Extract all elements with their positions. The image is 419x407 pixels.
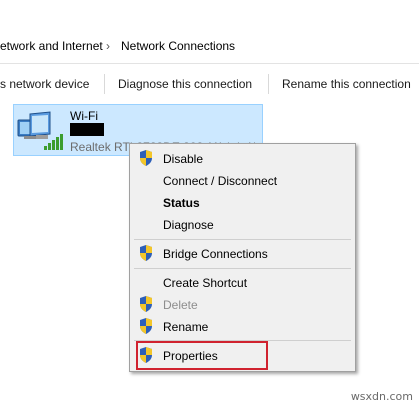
menu-separator: [134, 239, 351, 240]
menu-item-create-shortcut[interactable]: Create Shortcut: [163, 275, 247, 291]
adapter-name: Wi-Fi: [70, 109, 98, 123]
breadcrumb: etwork and Internet › Network Connection…: [0, 0, 419, 62]
uac-shield-icon: [140, 245, 152, 261]
watermark: wsxdn.com: [350, 390, 413, 403]
breadcrumb-item-network-connections[interactable]: Network Connections: [121, 38, 235, 54]
menu-item-connect-disconnect[interactable]: Connect / Disconnect: [163, 173, 277, 189]
diagnose-connection-button[interactable]: Diagnose this connection: [118, 76, 252, 92]
menu-separator: [134, 268, 351, 269]
network-adapter-icon: [17, 111, 63, 150]
uac-shield-icon: [140, 150, 152, 166]
breadcrumb-item-network-internet[interactable]: etwork and Internet: [0, 38, 103, 54]
redacted-status: [70, 123, 104, 136]
toolbar-divider: [104, 74, 105, 94]
properties-highlight-box: [136, 341, 268, 370]
toolbar-divider: [268, 74, 269, 94]
menu-item-delete: Delete: [163, 298, 198, 312]
uac-shield-icon: [140, 296, 152, 312]
menu-item-disable[interactable]: Disable: [163, 151, 203, 167]
disable-network-device-button[interactable]: s network device: [0, 76, 89, 92]
uac-shield-icon: [140, 318, 152, 334]
breadcrumb-separator-icon: ›: [106, 39, 110, 53]
menu-item-status[interactable]: Status: [163, 195, 200, 211]
menu-item-rename[interactable]: Rename: [163, 319, 208, 335]
menu-item-diagnose[interactable]: Diagnose: [163, 217, 214, 233]
rename-connection-button[interactable]: Rename this connection: [282, 76, 411, 92]
menu-item-bridge-connections[interactable]: Bridge Connections: [163, 246, 268, 262]
